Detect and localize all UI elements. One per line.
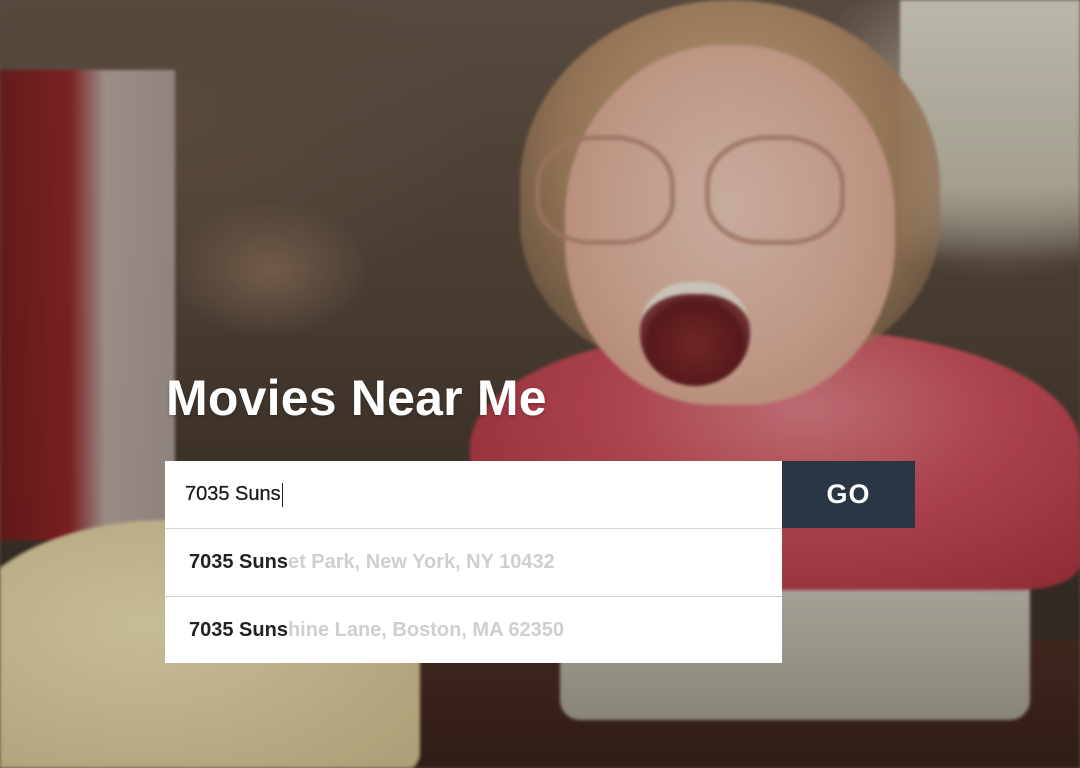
- suggestion-match-text: 7035 Suns: [189, 551, 288, 573]
- search-form: 7035 Suns GO: [165, 461, 915, 528]
- suggestion-rest-text: hine Lane, Boston, MA 62350: [287, 618, 564, 641]
- autocomplete-list: 7035 Suns et Park, New York, NY 10432 703…: [165, 528, 782, 663]
- text-caret: [281, 482, 283, 507]
- search-input[interactable]: 7035 Suns: [185, 483, 281, 506]
- go-button[interactable]: GO: [782, 461, 915, 528]
- suggestion-match-text: 7035 Suns: [189, 618, 288, 641]
- autocomplete-item[interactable]: 7035 Suns hine Lane, Boston, MA 62350: [165, 596, 782, 663]
- search-input-wrapper[interactable]: 7035 Suns: [165, 461, 782, 528]
- page-title: Movies Near Me: [166, 370, 547, 426]
- suggestion-rest-text: et Park, New York, NY 10432: [287, 551, 555, 573]
- autocomplete-item[interactable]: 7035 Suns et Park, New York, NY 10432: [165, 529, 782, 596]
- page: Movies Near Me 7035 Suns GO 7035 Suns et …: [0, 0, 1080, 768]
